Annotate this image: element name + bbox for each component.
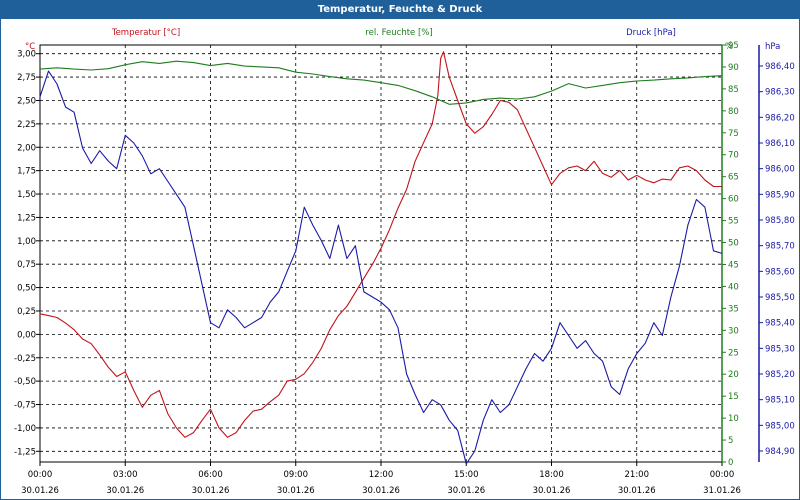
temperature-tick-label: -1,25 xyxy=(14,447,36,457)
pressure-tick-label: 985,90 xyxy=(765,190,795,200)
pressure-tick-label: 985,20 xyxy=(765,370,795,380)
x-tick-time: 09:00 xyxy=(284,470,309,480)
x-tick-time: 21:00 xyxy=(625,470,650,480)
temperature-tick-label: -1,00 xyxy=(14,424,36,434)
humidity-tick-label: 5 xyxy=(728,436,733,446)
humidity-tick-label: 30 xyxy=(728,326,739,336)
x-tick-date: 30.01.26 xyxy=(106,486,144,496)
pressure-tick-label: 985,60 xyxy=(765,267,795,277)
x-tick-time: 15:00 xyxy=(454,470,479,480)
temperature-tick-label: 1,50 xyxy=(17,190,36,200)
x-tick-time: 06:00 xyxy=(198,470,223,480)
temperature-axis-title: Temperatur [°C] xyxy=(111,28,180,38)
pressure-tick-label: 986,30 xyxy=(765,88,795,98)
x-tick-date: 30.01.26 xyxy=(618,486,656,496)
temperature-tick-label: 2,00 xyxy=(17,143,36,153)
temperature-tick-label: 0,00 xyxy=(17,330,36,340)
pressure-tick-label: 985,00 xyxy=(765,421,795,431)
x-tick-time: 00:00 xyxy=(710,470,735,480)
humidity-tick-label: 35 xyxy=(728,304,739,314)
x-tick-date: 30.01.26 xyxy=(533,486,571,496)
humidity-tick-label: 50 xyxy=(728,239,739,249)
temperature-tick-label: 2,25 xyxy=(17,120,36,130)
temperature-tick-label: -0,75 xyxy=(14,401,36,411)
temperature-tick-label: 1,75 xyxy=(17,167,36,177)
humidity-tick-label: 10 xyxy=(728,414,739,424)
x-tick-time: 18:00 xyxy=(539,470,564,480)
x-tick-time: 12:00 xyxy=(369,470,394,480)
x-tick-date: 30.01.26 xyxy=(447,486,485,496)
pressure-tick-label: 986,40 xyxy=(765,62,795,72)
humidity-tick-label: 70 xyxy=(728,151,739,161)
humidity-tick-label: 25 xyxy=(728,348,739,358)
pressure-tick-label: 984,90 xyxy=(765,447,795,457)
pressure-tick-label: 985,30 xyxy=(765,344,795,354)
humidity-tick-label: 90 xyxy=(728,63,739,73)
x-tick-date: 31.01.26 xyxy=(703,486,741,496)
pressure-unit-label: hPa xyxy=(765,42,780,52)
grid-lines xyxy=(40,45,722,462)
x-tick-date: 30.01.26 xyxy=(277,486,315,496)
temperature-tick-label: 1,00 xyxy=(17,237,36,247)
temperature-tick-label: 2,75 xyxy=(17,73,36,83)
chart-window: Temperatur, Feuchte & Druck 3,00 2,75 2,50… xyxy=(0,0,800,500)
pressure-tick-label: 986,00 xyxy=(765,165,795,175)
humidity-tick-label: 15 xyxy=(728,392,739,402)
temperature-tick-label: 2,50 xyxy=(17,96,36,106)
humidity-tick-label: 55 xyxy=(728,217,739,227)
temperature-tick-label: 0,50 xyxy=(17,284,36,294)
humidity-tick-label: 60 xyxy=(728,195,739,205)
x-tick-time: 03:00 xyxy=(113,470,138,480)
x-tick-date: 30.01.26 xyxy=(192,486,230,496)
temperature-tick-label: -0,25 xyxy=(14,354,36,364)
humidity-tick-label: 20 xyxy=(728,370,739,380)
pressure-tick-label: 985,10 xyxy=(765,396,795,406)
pressure-tick-label: 986,10 xyxy=(765,139,795,149)
temperature-tick-label: 0,75 xyxy=(17,260,36,270)
humidity-tick-label: 75 xyxy=(728,129,739,139)
humidity-tick-label: 80 xyxy=(728,107,739,117)
humidity-tick-label: 45 xyxy=(728,260,739,270)
humidity-tick-label: 0 xyxy=(728,458,733,468)
temperature-tick-label: -0,50 xyxy=(14,377,36,387)
humidity-axis-title: rel. Feuchte [%] xyxy=(365,28,432,38)
temperature-tick-label: 1,25 xyxy=(17,213,36,223)
humidity-unit-label: % xyxy=(725,42,733,52)
pressure-tick-label: 985,70 xyxy=(765,242,795,252)
temperature-tick-label: 0,25 xyxy=(17,307,36,317)
humidity-tick-label: 40 xyxy=(728,282,739,292)
pressure-tick-label: 985,80 xyxy=(765,216,795,226)
humidity-tick-label: 85 xyxy=(728,85,739,95)
pressure-tick-label: 985,40 xyxy=(765,319,795,329)
x-tick-time: 00:00 xyxy=(28,470,53,480)
x-tick-date: 30.01.26 xyxy=(362,486,400,496)
line-chart: 3,002,752,502,252,001,751,501,251,000,75… xyxy=(14,28,795,496)
pressure-tick-label: 985,50 xyxy=(765,293,795,303)
pressure-axis-title: Druck [hPa] xyxy=(626,28,676,38)
x-tick-date: 30.01.26 xyxy=(21,486,59,496)
tick-labels: 3,002,752,502,252,001,751,501,251,000,75… xyxy=(14,28,795,496)
humidity-tick-label: 65 xyxy=(728,173,739,183)
pressure-tick-label: 986,20 xyxy=(765,113,795,123)
humidity-line xyxy=(39,60,723,105)
temperature-unit-label: °C xyxy=(25,42,35,52)
